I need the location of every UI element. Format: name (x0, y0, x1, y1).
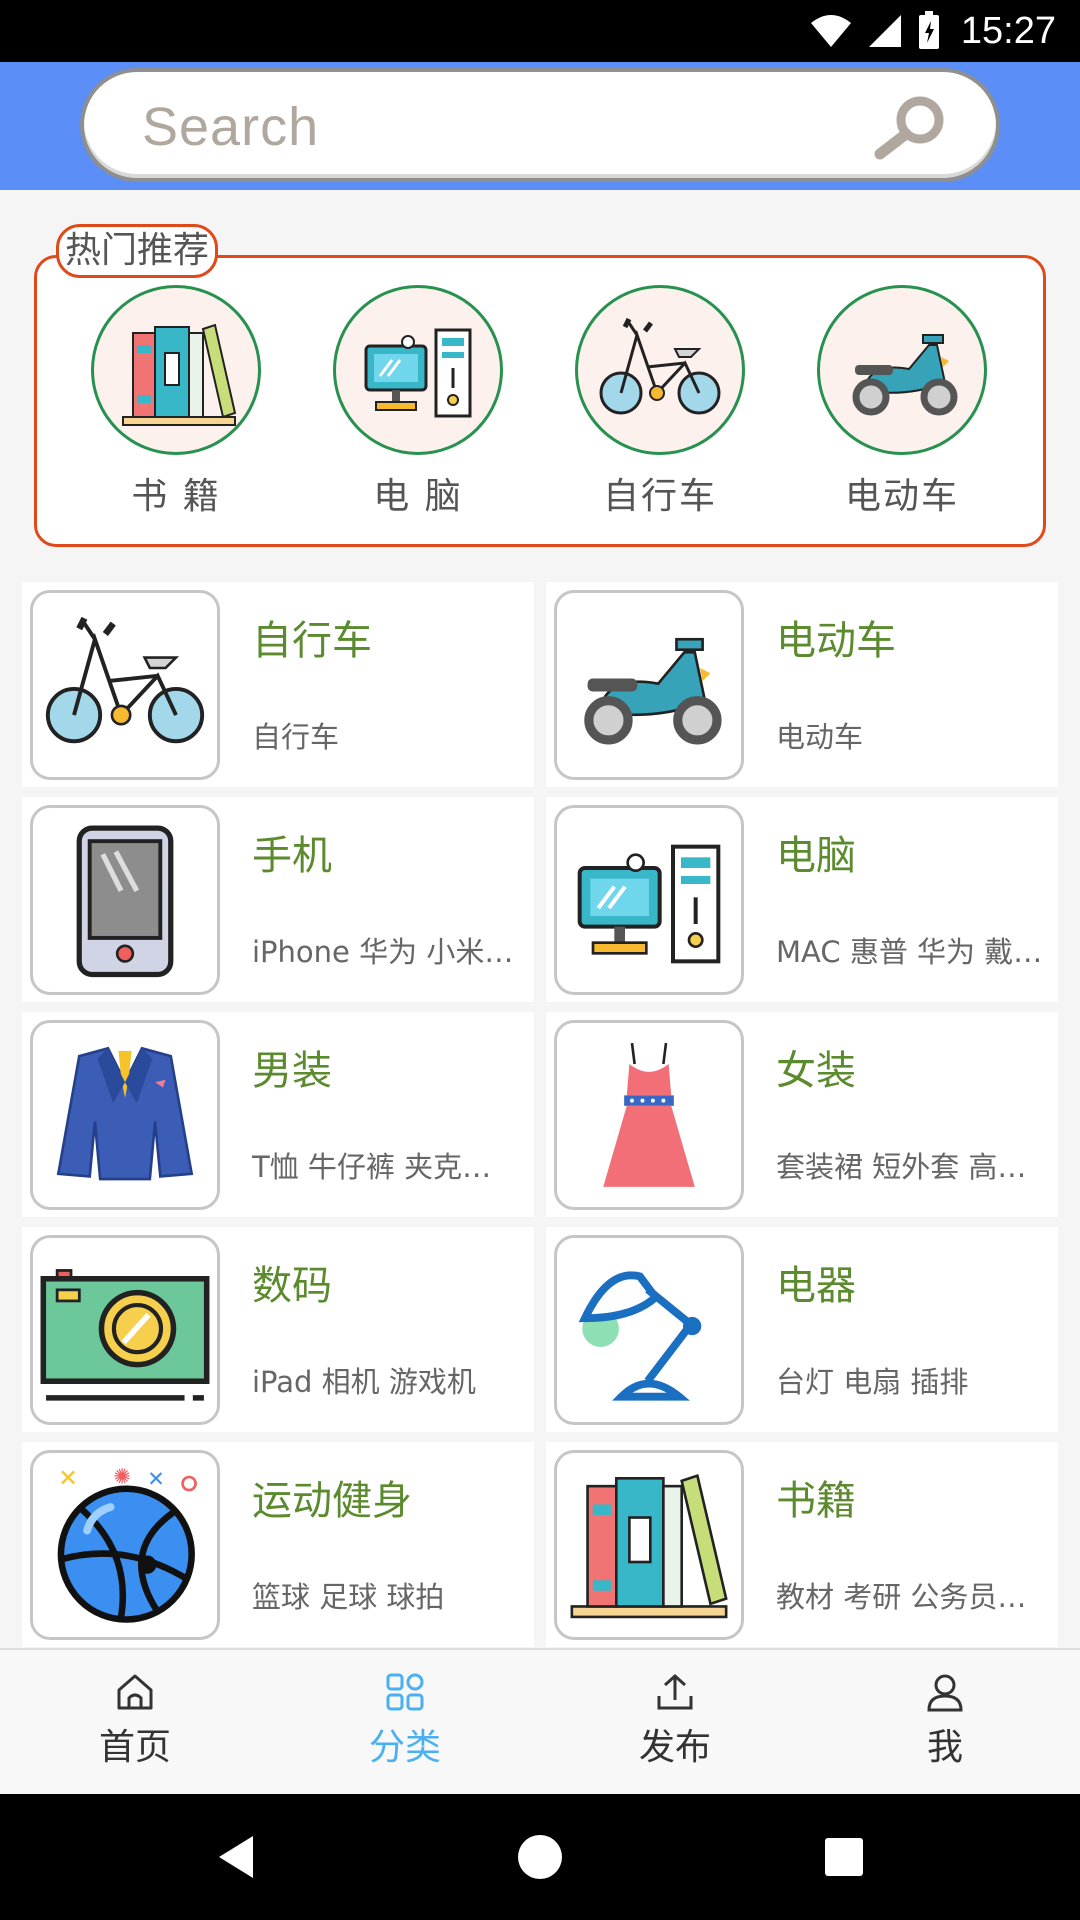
books-icon (570, 1473, 728, 1619)
category-subtitle: 套装裙 短外套 高… (776, 1150, 1027, 1184)
search-input[interactable]: Search (80, 68, 1000, 182)
category-subtitle: 自行车 (252, 720, 340, 754)
category-thumbnail (30, 805, 220, 995)
category-card-bicycle[interactable]: 自行车 自行车 (22, 582, 534, 787)
wifi-icon (810, 15, 851, 47)
hot-item-books[interactable]: 书 籍 (91, 285, 261, 519)
hot-item-label: 电动车 (844, 476, 959, 517)
hot-item-icon-circle (333, 285, 503, 455)
hot-item-label: 电 脑 (373, 476, 463, 517)
bicycle-icon (45, 616, 205, 744)
category-title: 电动车 (776, 618, 896, 664)
category-title: 手机 (252, 833, 332, 879)
back-icon[interactable] (203, 1824, 269, 1890)
nav-item-publish[interactable]: 发布 (585, 1668, 765, 1770)
category-subtitle: 篮球 足球 球拍 (252, 1580, 445, 1614)
category-subtitle: 电动车 (776, 720, 864, 754)
category-card-computer[interactable]: 电脑 MAC 惠普 华为 戴… (546, 797, 1058, 1002)
category-thumbnail (554, 590, 744, 780)
clock: 15:27 (960, 9, 1056, 52)
category-subtitle: 教材 考研 公务员… (776, 1580, 1027, 1614)
nav-label-me: 我 (926, 1727, 963, 1768)
computer-icon (364, 328, 472, 418)
search-header: Search (0, 62, 1080, 190)
category-thumbnail (554, 1450, 744, 1640)
computer-icon (577, 844, 721, 964)
category-thumbnail (554, 805, 744, 995)
scooter-icon (852, 334, 958, 416)
svg-text:✺: ✺ (113, 1465, 131, 1489)
hot-item-icon-circle (91, 285, 261, 455)
category-card-books[interactable]: 书籍 教材 考研 公务员… (546, 1442, 1058, 1647)
category-thumbnail: ✕ ✺ ✕ (30, 1450, 220, 1640)
category-thumbnail (30, 1020, 220, 1210)
category-thumbnail (554, 1235, 744, 1425)
nav-item-category[interactable]: 分类 (315, 1668, 495, 1770)
dress-icon (603, 1042, 695, 1187)
nav-label-category: 分类 (368, 1727, 441, 1768)
category-card-menswear[interactable]: 男装 T恤 牛仔裤 夹克… (22, 1012, 534, 1217)
category-subtitle: 台灯 电扇 插排 (776, 1365, 969, 1399)
scooter-icon (584, 637, 722, 745)
category-subtitle: T恤 牛仔裤 夹克… (252, 1150, 492, 1184)
battery-icon (918, 11, 939, 49)
category-title: 数码 (252, 1263, 332, 1309)
category-card-scooter[interactable]: 电动车 电动车 (546, 582, 1058, 787)
bicycle-icon (599, 317, 721, 415)
phone-icon (76, 825, 174, 978)
category-title: 电脑 (776, 833, 856, 879)
hot-item-icon-circle (817, 285, 987, 455)
status-icons: 15:27 (809, 8, 1056, 54)
hot-recommend-title: 热门推荐 (56, 224, 219, 278)
status-bar: 15:27 (0, 0, 1080, 62)
category-title: 电器 (776, 1263, 856, 1309)
category-thumbnail (554, 1020, 744, 1210)
books-icon (122, 323, 237, 426)
signal-icon (868, 15, 901, 47)
category-title: 运动健身 (252, 1478, 412, 1524)
category-subtitle: MAC 惠普 华为 戴… (776, 935, 1043, 969)
recents-icon[interactable] (811, 1824, 877, 1890)
user-icon (927, 1674, 963, 1712)
upload-icon (657, 1673, 693, 1710)
hot-item-label: 书 籍 (131, 476, 221, 517)
nav-label-home: 首页 (98, 1727, 171, 1768)
home-icon (117, 1674, 153, 1710)
bottom-nav: 首页 分类 发布 我 (0, 1648, 1080, 1794)
suit-icon (56, 1046, 194, 1181)
hot-item-icon-circle (575, 285, 745, 455)
category-thumbnail (30, 590, 220, 780)
svg-text:✕: ✕ (58, 1464, 78, 1492)
nav-item-home[interactable]: 首页 (45, 1668, 225, 1770)
category-card-sports[interactable]: ✕ ✺ ✕ 运动健身 篮球 足球 球拍 (22, 1442, 534, 1647)
category-subtitle: iPhone 华为 小米… (252, 935, 514, 969)
nav-label-publish: 发布 (638, 1727, 711, 1768)
grid-icon (386, 1673, 424, 1711)
system-nav-bar (0, 1794, 1080, 1920)
camera-icon (40, 1269, 210, 1401)
hot-item-scooter[interactable]: 电动车 (817, 285, 987, 519)
hot-item-label: 自行车 (602, 476, 717, 517)
search-placeholder: Search (142, 97, 320, 157)
category-subtitle: iPad 相机 游戏机 (252, 1365, 476, 1399)
category-card-digital[interactable]: 数码 iPad 相机 游戏机 (22, 1227, 534, 1432)
svg-text:✕: ✕ (147, 1467, 165, 1491)
category-card-womenswear[interactable]: 女装 套装裙 短外套 高… (546, 1012, 1058, 1217)
search-icon[interactable] (870, 92, 950, 162)
hot-item-computer[interactable]: 电 脑 (333, 285, 503, 519)
category-title: 书籍 (776, 1478, 856, 1524)
category-card-appliance[interactable]: 电器 台灯 电扇 插排 (546, 1227, 1058, 1432)
hot-item-bicycle[interactable]: 自行车 (575, 285, 745, 519)
category-card-phone[interactable]: 手机 iPhone 华为 小米… (22, 797, 534, 1002)
category-title: 自行车 (252, 618, 372, 664)
home-circle-icon[interactable] (507, 1824, 573, 1890)
nav-item-me[interactable]: 我 (855, 1668, 1035, 1770)
category-title: 男装 (252, 1048, 332, 1094)
category-thumbnail (30, 1235, 220, 1425)
ball-icon: ✕ ✺ ✕ (57, 1464, 197, 1623)
lamp-icon (578, 1271, 702, 1401)
category-title: 女装 (776, 1048, 856, 1094)
